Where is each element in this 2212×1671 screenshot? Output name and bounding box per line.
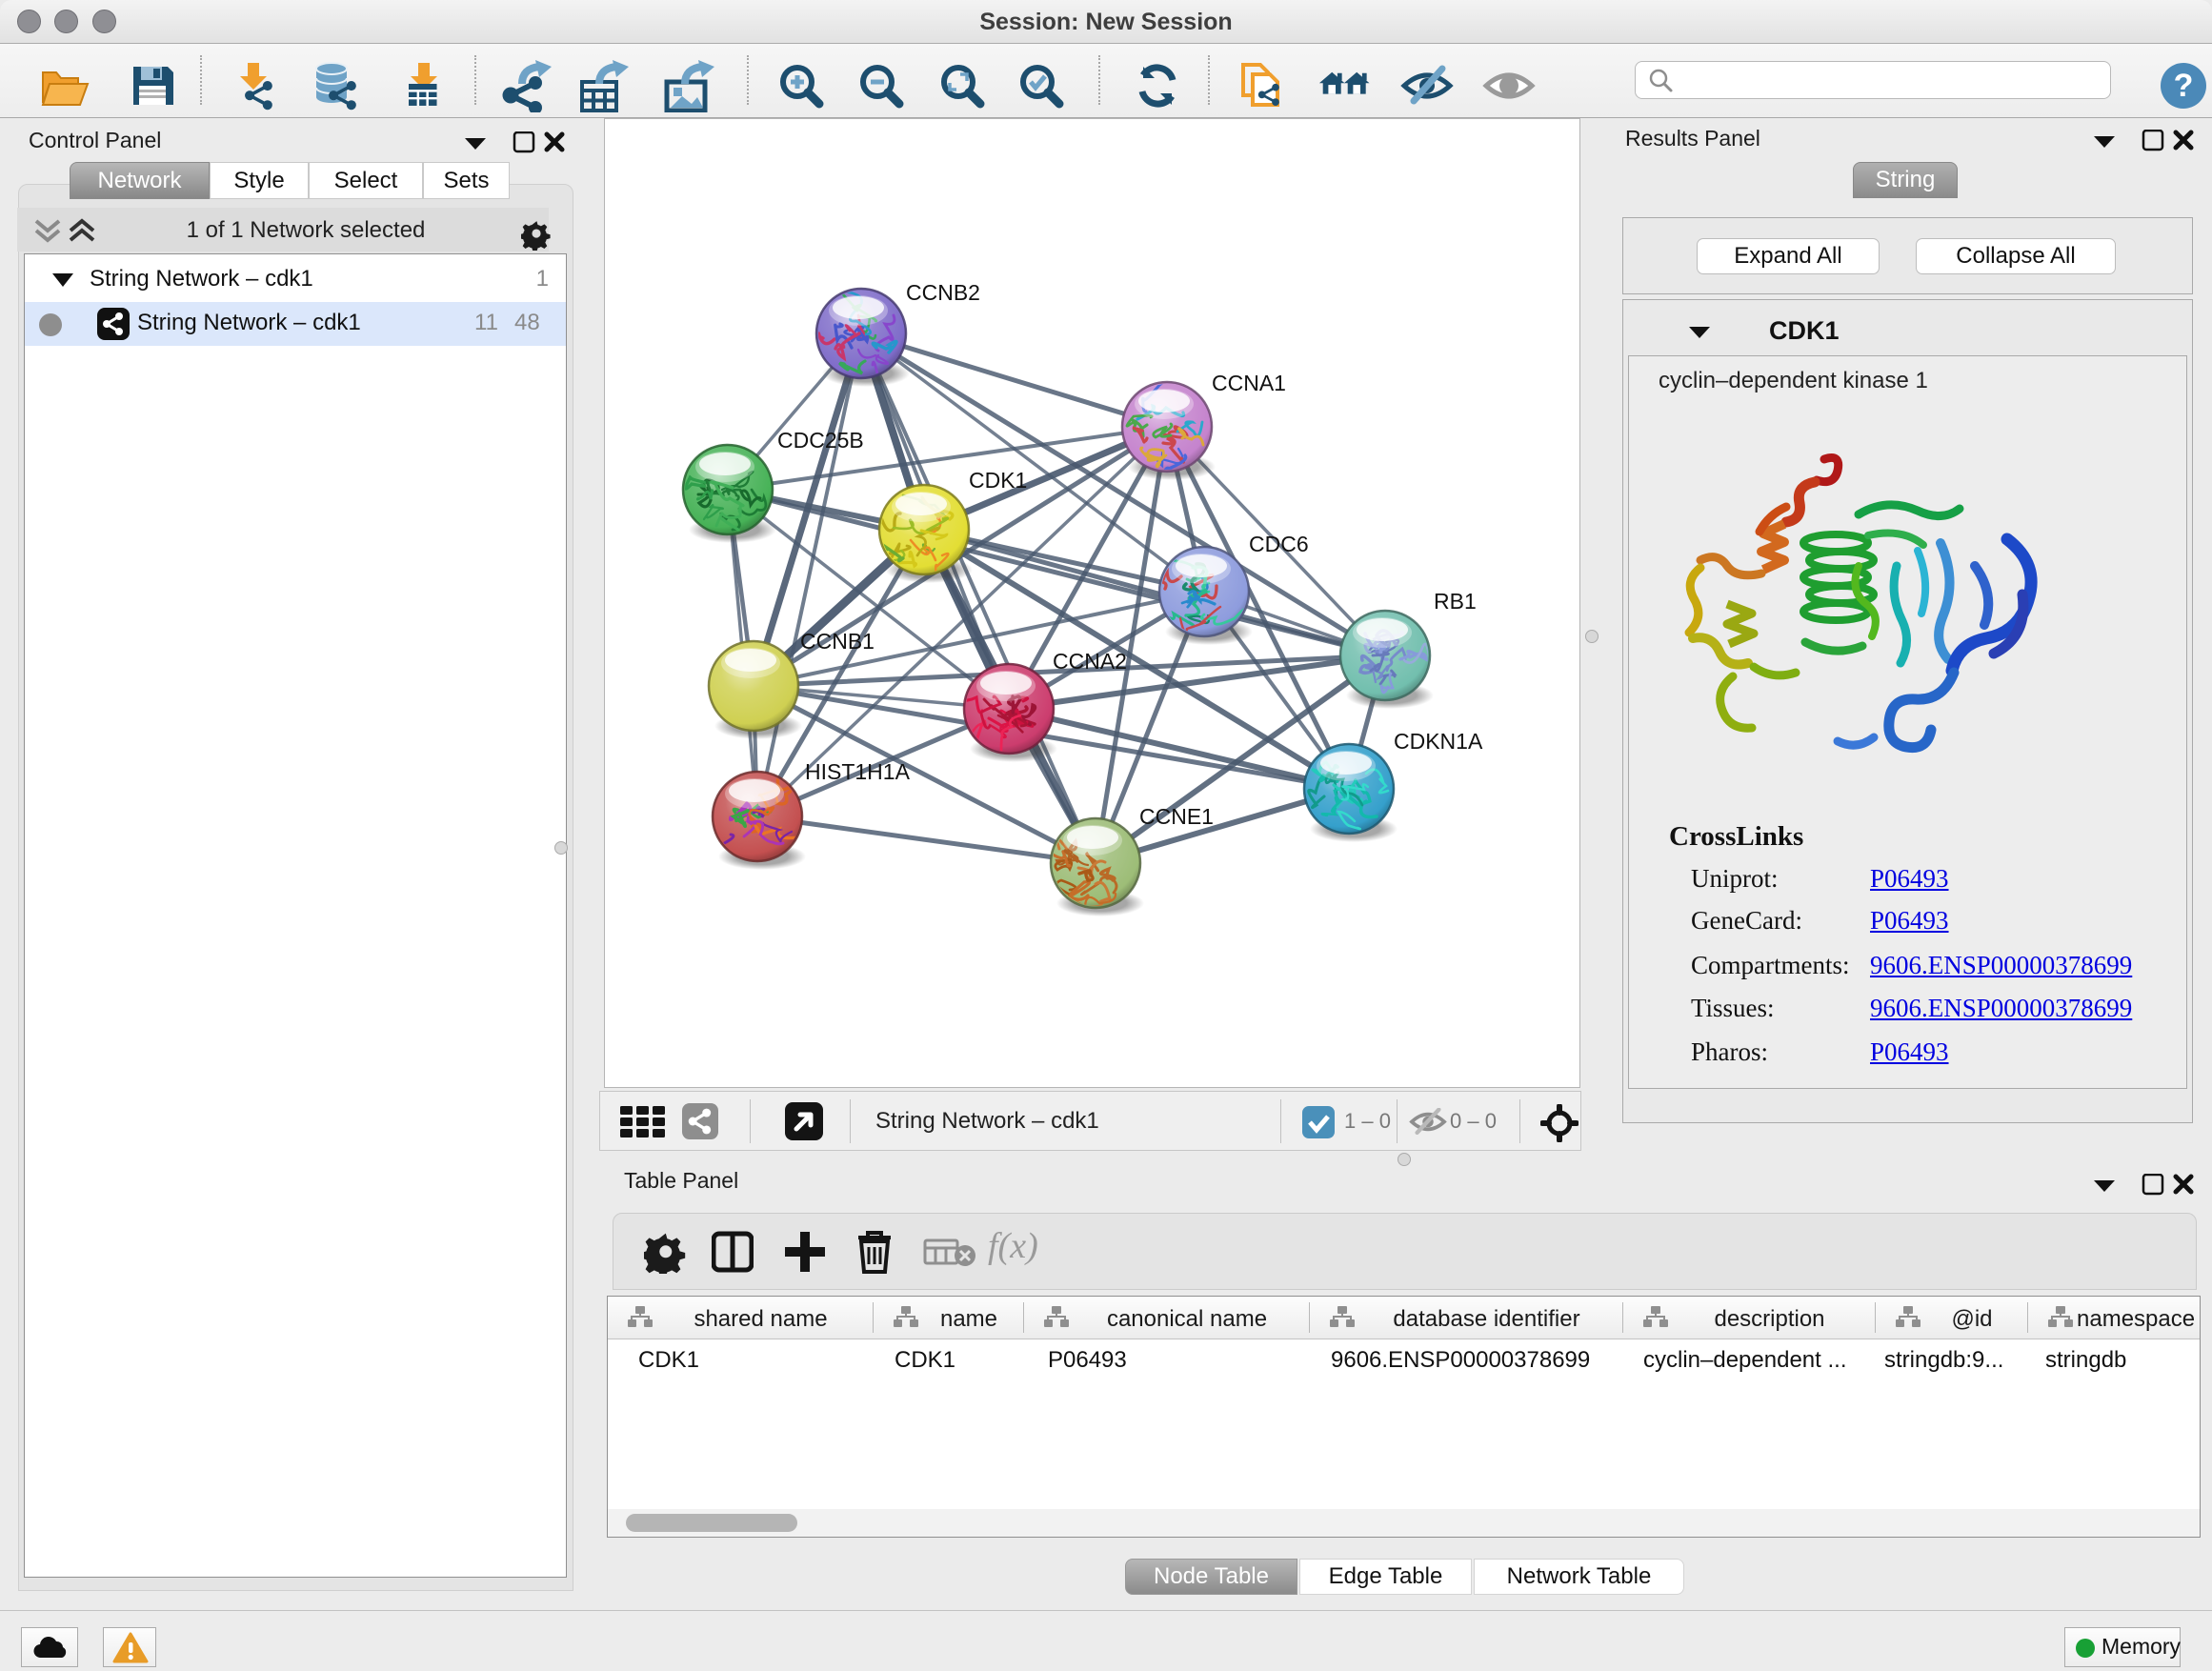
svg-text:CCNA2: CCNA2 xyxy=(1053,649,1127,674)
svg-text:CCNB1: CCNB1 xyxy=(800,629,875,654)
svg-text:CDC6: CDC6 xyxy=(1249,532,1309,556)
svg-text:CDK1: CDK1 xyxy=(969,468,1027,493)
svg-text:?: ? xyxy=(2174,68,2194,104)
svg-text:CCNB2: CCNB2 xyxy=(906,280,980,305)
svg-text:CCNE1: CCNE1 xyxy=(1139,804,1214,829)
svg-text:CDKN1A: CDKN1A xyxy=(1394,729,1483,754)
svg-text:CDC25B: CDC25B xyxy=(777,428,864,453)
svg-text:CCNA1: CCNA1 xyxy=(1212,371,1286,395)
svg-text:RB1: RB1 xyxy=(1434,589,1477,614)
svg-text:HIST1H1A: HIST1H1A xyxy=(805,759,911,784)
